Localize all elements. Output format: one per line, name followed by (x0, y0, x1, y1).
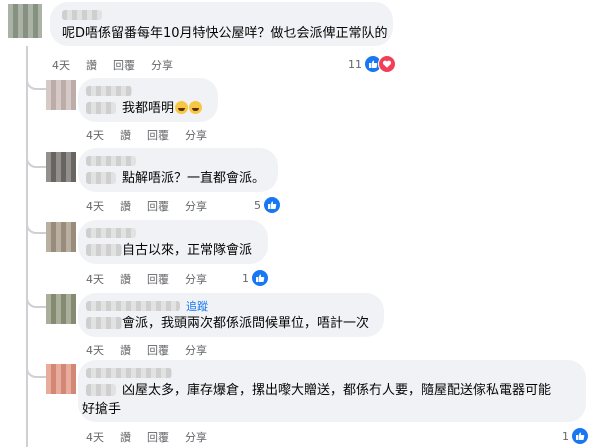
comment-bubble: 呢D唔係留番每年10月特快公屋咩？做乜会派俾正常队的 (50, 2, 393, 46)
comment-text: 點解唔派？一直都會派。 (122, 171, 266, 186)
commenter-name[interactable] (86, 86, 132, 96)
reply-link[interactable]: 回覆 (147, 271, 169, 287)
comment-bubble: 追蹤 會派，我頭兩次都係派問候單位，唔計一次 (78, 293, 384, 337)
avatar[interactable] (46, 80, 76, 110)
comment-bubble: 我都唔明 (78, 78, 218, 122)
commenter-name (86, 172, 116, 184)
like-link[interactable]: 讚 (120, 429, 131, 445)
comment-actions: 4天 讚 回覆 分享 (86, 198, 223, 214)
like-link[interactable]: 讚 (120, 127, 131, 143)
reaction-count: 11 (348, 57, 362, 71)
reaction-count: 5 (254, 198, 261, 212)
avatar[interactable] (46, 222, 76, 252)
reaction-count: 1 (242, 271, 249, 285)
share-link[interactable]: 分享 (185, 198, 207, 214)
share-link[interactable]: 分享 (151, 57, 173, 73)
share-link[interactable]: 分享 (185, 127, 207, 143)
avatar[interactable] (46, 294, 76, 324)
share-link[interactable]: 分享 (185, 342, 207, 358)
comment-bubble: 凶屋太多，庫存爆倉，摞出嚟大贈送，都係冇人要，隨屋配送傢私電器可能 好搶手 (78, 360, 586, 422)
follow-link[interactable]: 追蹤 (186, 298, 208, 314)
reply-link[interactable]: 回覆 (147, 198, 169, 214)
like-link[interactable]: 讚 (86, 57, 97, 73)
like-icon (251, 269, 269, 287)
thread-connector (26, 280, 48, 308)
comment-time[interactable]: 4天 (86, 429, 104, 445)
thread-connector (26, 350, 48, 378)
reaction-summary[interactable]: 1 (242, 269, 269, 287)
comment-text: 呢D唔係留番每年10月特快公屋咩？做乜会派俾正常队的 (62, 26, 388, 41)
comment-bubble: 點解唔派？一直都會派。 (78, 148, 278, 192)
comment-time[interactable]: 4天 (52, 57, 70, 73)
thread-connector (26, 206, 48, 234)
reaction-summary[interactable]: 1 (562, 427, 589, 445)
comment-actions: 4天 讚 回覆 分享 (86, 429, 223, 445)
comment-text: 我都唔明 (122, 99, 203, 118)
commenter-name[interactable] (86, 228, 136, 238)
reply-link[interactable]: 回覆 (147, 429, 169, 445)
like-icon (571, 427, 589, 445)
laughing-emoji (189, 101, 203, 114)
comment-actions: 4天 讚 回覆 分享 (86, 127, 223, 143)
comment-time[interactable]: 4天 (86, 271, 104, 287)
reply-link[interactable]: 回覆 (113, 57, 135, 73)
like-icon (263, 196, 281, 214)
reaction-summary[interactable]: 11 (348, 55, 396, 73)
commenter-name (86, 244, 122, 256)
comment-text-content: 我都唔明 (122, 101, 175, 116)
comment-text: 凶屋太多，庫存爆倉，摞出嚟大贈送，都係冇人要，隨屋配送傢私電器可能 好搶手 (82, 383, 552, 417)
commenter-name (86, 102, 116, 114)
like-link[interactable]: 讚 (120, 271, 131, 287)
laughing-emoji (175, 101, 189, 114)
comment-bubble: 自古以來，正常隊會派 (78, 220, 268, 264)
reply-link[interactable]: 回覆 (147, 342, 169, 358)
commenter-name[interactable] (86, 156, 136, 166)
avatar[interactable] (8, 4, 42, 38)
comment-text: 自古以來，正常隊會派 (122, 243, 253, 258)
comment-actions: 4天 讚 回覆 分享 (86, 342, 223, 358)
comment-actions: 4天 讚 回覆 分享 (52, 57, 189, 73)
like-link[interactable]: 讚 (120, 342, 131, 358)
like-link[interactable]: 讚 (120, 198, 131, 214)
reply-link[interactable]: 回覆 (147, 127, 169, 143)
commenter-name[interactable] (86, 301, 180, 311)
avatar[interactable] (46, 152, 76, 182)
commenter-name[interactable] (62, 10, 102, 20)
reaction-summary[interactable]: 5 (254, 196, 281, 214)
commenter-name[interactable] (86, 368, 172, 378)
comment-text: 會派，我頭兩次都係派問候單位，唔計一次 (122, 316, 370, 331)
share-link[interactable]: 分享 (185, 429, 207, 445)
reaction-count: 1 (562, 429, 569, 443)
commenter-name (86, 317, 122, 329)
love-icon (378, 55, 396, 73)
comment-time[interactable]: 4天 (86, 127, 104, 143)
comment-time[interactable]: 4天 (86, 198, 104, 214)
share-link[interactable]: 分享 (185, 271, 207, 287)
thread-connector (26, 60, 48, 90)
comment-actions: 4天 讚 回覆 分享 (86, 271, 223, 287)
comment-time[interactable]: 4天 (86, 342, 104, 358)
avatar[interactable] (46, 364, 76, 394)
thread-line (26, 46, 28, 447)
thread-connector (26, 140, 48, 168)
